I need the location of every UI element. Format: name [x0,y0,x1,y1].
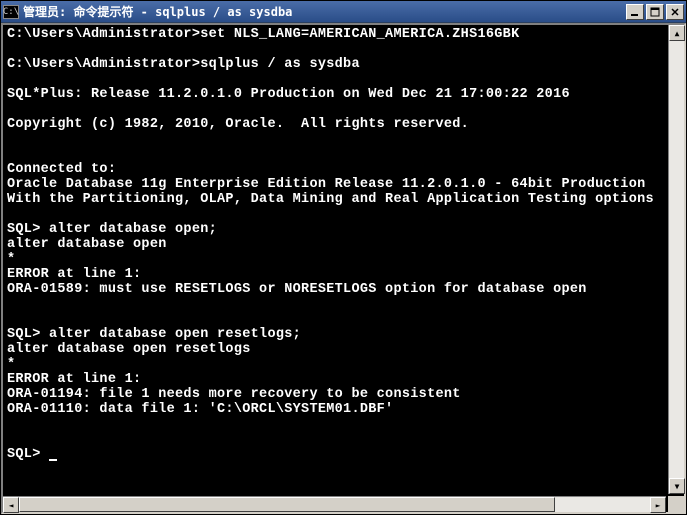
vertical-scrollbar[interactable]: ▲ ▼ [668,25,684,494]
window-controls [626,4,684,20]
close-button[interactable] [666,4,684,20]
scroll-down-button[interactable]: ▼ [669,478,685,494]
window-title: 管理员: 命令提示符 - sqlplus / as sysdba [23,3,626,20]
scroll-right-button[interactable]: ► [650,497,666,513]
terminal-container: C:\Users\Administrator>set NLS_LANG=AMER… [1,23,686,514]
scroll-left-button[interactable]: ◄ [3,497,19,513]
scroll-up-button[interactable]: ▲ [669,25,685,41]
horizontal-scrollbar[interactable]: ◄ ► [3,496,666,512]
scroll-thumb-horizontal[interactable] [19,497,555,512]
maximize-button[interactable] [646,4,664,20]
scroll-track-horizontal[interactable] [19,497,650,512]
scroll-corner [668,496,684,512]
terminal-output[interactable]: C:\Users\Administrator>set NLS_LANG=AMER… [3,25,666,494]
cmd-icon: C:\ [3,5,19,19]
minimize-button[interactable] [626,4,644,20]
scroll-track-vertical[interactable] [669,41,684,478]
window-titlebar: C:\ 管理员: 命令提示符 - sqlplus / as sysdba [1,1,686,23]
